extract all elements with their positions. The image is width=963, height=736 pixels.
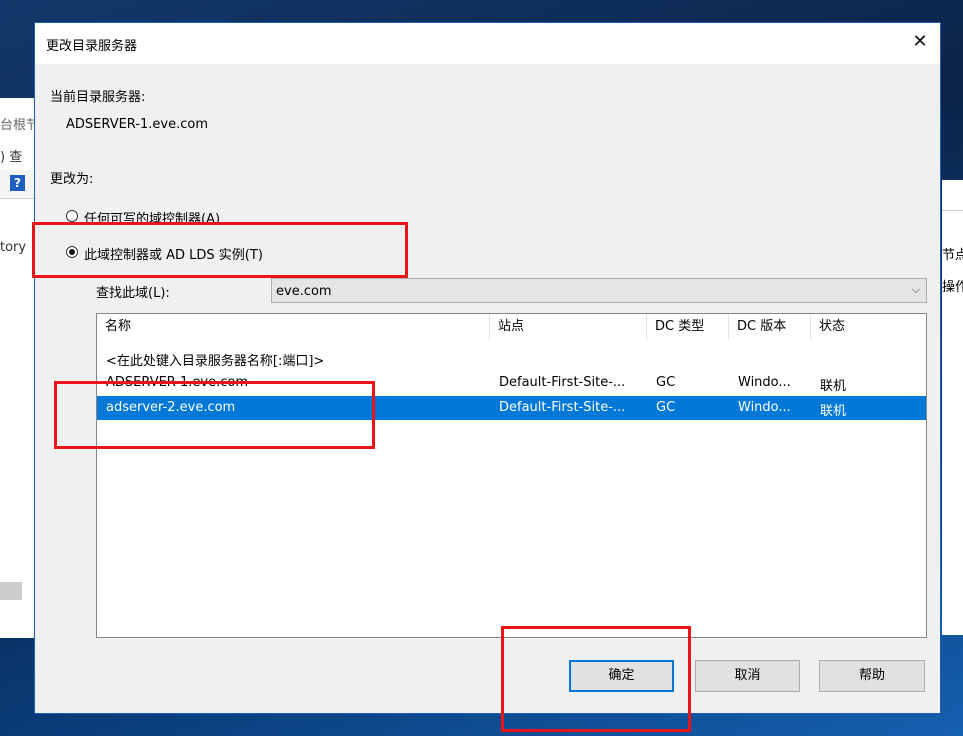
column-header-dc-type[interactable]: DC 类型 (647, 314, 729, 340)
cell-status: 联机 (820, 379, 847, 394)
dialog-titlebar: 更改目录服务器 ✕ (35, 23, 940, 64)
cell-dc-version: Windo... (738, 375, 791, 390)
change-directory-server-dialog: 更改目录服务器 ✕ 当前目录服务器: ADSERVER-1.eve.com 更改… (34, 22, 941, 714)
current-server-label: 当前目录服务器: (50, 90, 146, 105)
bg-left-scrollbar (0, 582, 22, 600)
bg-left-title: 台根节 (0, 118, 34, 133)
help-button[interactable]: 帮助 (819, 660, 925, 692)
cell-dc-type: GC (656, 375, 676, 390)
current-server-value: ADSERVER-1.eve.com (66, 117, 208, 132)
close-icon[interactable]: ✕ (908, 30, 932, 54)
bg-left-tree-item: tory (0, 240, 27, 255)
background-window-left: 台根节 ) 查 ? tory (0, 98, 34, 638)
cell-status: 联机 (820, 404, 847, 419)
help-icon: ? (10, 175, 25, 191)
bg-right-text-2: 操作 (942, 280, 963, 295)
domain-label: 查找此域(L): (96, 286, 170, 301)
radio-this-dc-label[interactable]: 此域控制器或 AD LDS 实例(T) (84, 244, 263, 263)
cell-site: Default-First-Site-... (499, 400, 626, 415)
column-header-dc-version[interactable]: DC 版本 (729, 314, 811, 340)
cell-name: ADSERVER-1.eve.com (106, 375, 248, 390)
cancel-button[interactable]: 取消 (695, 660, 800, 692)
change-to-label: 更改为: (50, 172, 94, 187)
column-header-site[interactable]: 站点 (490, 314, 647, 340)
table-row-selected[interactable]: adserver-2.eve.com Default-First-Site-..… (97, 396, 926, 420)
domain-select-value: eve.com (276, 284, 332, 299)
bg-right-text-1: 节点 (942, 248, 963, 263)
placeholder-text: <在此处键入目录服务器名称[:端口]> (106, 354, 325, 369)
radio-any-writable-dc-label[interactable]: 任何可写的域控制器(A) (84, 208, 220, 227)
bg-left-toolbar: ? (0, 170, 34, 199)
table-row[interactable]: ADSERVER-1.eve.com Default-First-Site-..… (97, 371, 926, 395)
domain-select[interactable]: eve.com ⌵ (271, 278, 927, 303)
dialog-title: 更改目录服务器 (46, 39, 138, 54)
cell-dc-version: Windo... (738, 400, 791, 415)
radio-any-writable-dc[interactable] (66, 210, 78, 222)
ok-button[interactable]: 确定 (569, 660, 674, 692)
cell-dc-type: GC (656, 400, 676, 415)
bg-left-menu: ) 查 (0, 150, 23, 165)
server-list[interactable]: 名称 站点 DC 类型 DC 版本 状态 <在此处键入目录服务器名称[:端口]>… (96, 313, 927, 638)
background-window-right: 节点 操作 (942, 180, 963, 635)
placeholder-row[interactable]: <在此处键入目录服务器名称[:端口]> (97, 346, 926, 370)
chevron-down-icon[interactable]: ⌵ (912, 283, 920, 297)
column-header-status[interactable]: 状态 (811, 314, 926, 340)
column-header-name[interactable]: 名称 (97, 314, 490, 340)
cell-name: adserver-2.eve.com (106, 400, 236, 415)
radio-this-dc[interactable] (66, 246, 78, 258)
cell-site: Default-First-Site-... (499, 375, 626, 390)
